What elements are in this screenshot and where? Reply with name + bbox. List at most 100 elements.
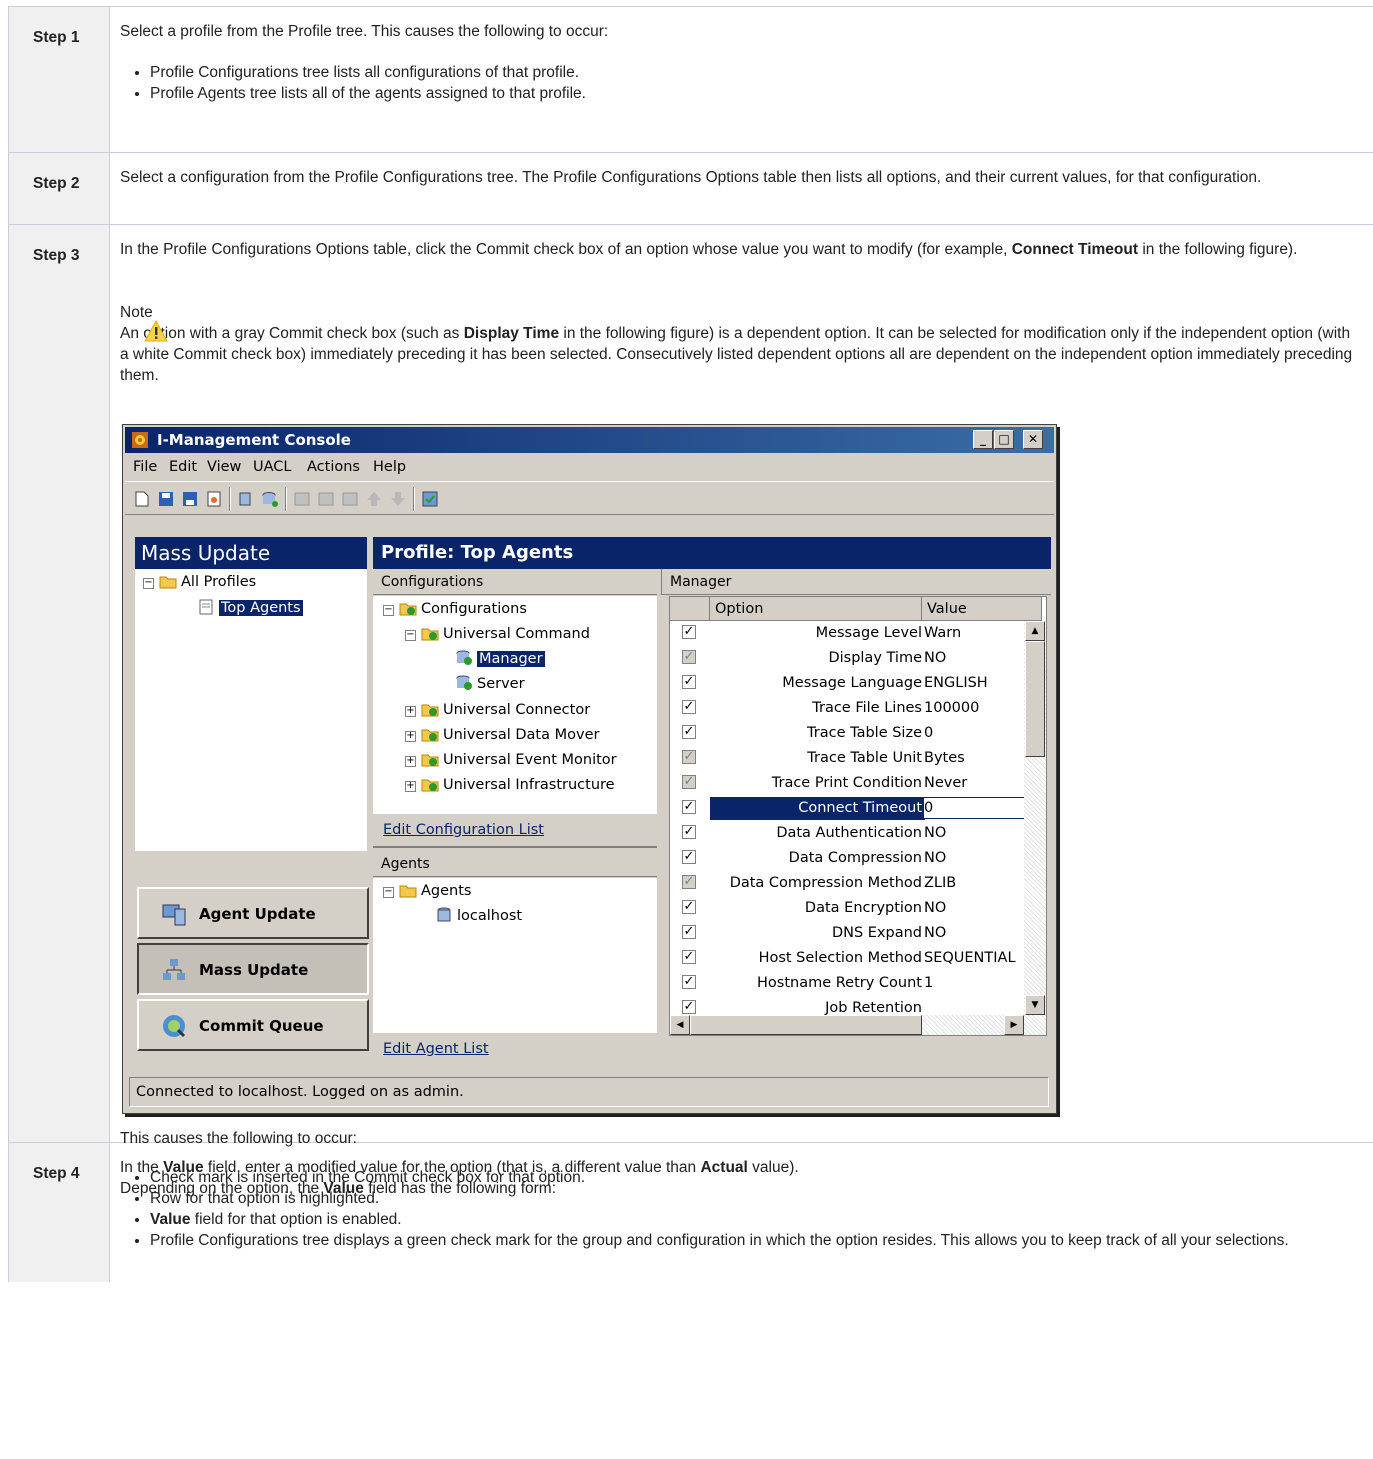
tree-node-server[interactable]: Server [455,675,525,692]
scroll-up-button[interactable]: ▲ [1025,621,1045,641]
expand-toggle[interactable]: + [405,781,416,792]
tree-node-manager[interactable]: Manager [455,650,545,667]
server-icon [437,907,451,922]
table-row[interactable]: ✓ Trace Table Unit Bytes [670,746,1040,771]
commit-icon[interactable] [421,490,439,508]
commit-checkbox[interactable]: ✓ [682,975,696,989]
commit-checkbox[interactable]: ✓ [682,700,696,714]
step-label: Step 1 [8,7,110,152]
table-row[interactable]: ✓ Display Time NO [670,646,1040,671]
tree-node-universal-command[interactable]: Universal Command [421,625,590,642]
tree-node-universal-infrastructure[interactable]: Universal Infrastructure [421,776,615,793]
scroll-thumb[interactable] [1025,641,1045,757]
expand-toggle[interactable]: + [405,731,416,742]
note-block: Note An option with a gray Commit check … [120,302,1361,386]
collapse-toggle[interactable]: − [405,630,416,641]
table-row[interactable]: ✓ Trace Print Condition Never [670,771,1040,796]
minimize-button[interactable]: _ [973,430,993,449]
list-item: Profile Agents tree lists all of the age… [150,83,1361,104]
table-row[interactable]: ✓ Message Level Warn [670,621,1040,646]
new-icon[interactable] [133,490,151,508]
commit-checkbox[interactable]: ✓ [682,950,696,964]
vertical-scrollbar[interactable]: ▲ ▼ [1024,621,1046,1015]
menu-uacl[interactable]: UACL [253,459,291,475]
folder-check-icon [399,603,417,616]
option-value: NO [924,900,947,916]
commit-checkbox-dependent[interactable]: ✓ [682,875,696,889]
table-row[interactable]: ✓ Host Selection Method SEQUENTIAL [670,946,1040,971]
save-as-icon[interactable] [181,490,199,508]
table-row[interactable]: ✓ Data Compression NO [670,846,1040,871]
commit-queue-button[interactable]: Commit Queue [137,999,369,1051]
scroll-down-button[interactable]: ▼ [1025,995,1045,1015]
table-row[interactable]: ✓ Trace Table Size 0 [670,721,1040,746]
collapse-toggle[interactable]: − [383,605,394,616]
tree-node-localhost[interactable]: localhost [435,907,522,924]
tree-node-agents[interactable]: Agents [399,882,471,899]
tree-node-all-profiles[interactable]: All Profiles [159,573,256,590]
commit-checkbox[interactable]: ✓ [682,675,696,689]
commit-checkbox[interactable]: ✓ [682,825,696,839]
commit-checkbox[interactable]: ✓ [682,625,696,639]
tree-node-universal-event-monitor[interactable]: Universal Event Monitor [421,751,617,768]
table-row[interactable]: ✓ Data Compression Method ZLIB [670,871,1040,896]
table-row[interactable]: ✓ Connect Timeout 0 [670,796,1041,821]
tree-node-configurations[interactable]: Configurations [399,600,527,617]
save-icon[interactable] [157,490,175,508]
menu-edit[interactable]: Edit [169,459,197,475]
commit-checkbox[interactable]: ✓ [682,850,696,864]
menu-help[interactable]: Help [373,459,406,475]
edit-configuration-list-link[interactable]: Edit Configuration List [383,822,544,838]
table-row[interactable]: ✓ Data Authentication NO [670,821,1040,846]
add-database-icon[interactable] [261,490,279,508]
horizontal-scrollbar[interactable]: ◀ ▶ [670,1015,1046,1035]
copy-icon[interactable] [237,490,255,508]
menu-file[interactable]: File [133,459,157,475]
scroll-left-button[interactable]: ◀ [670,1015,690,1035]
option-name: Data Compression [788,850,922,866]
collapse-toggle[interactable]: − [143,578,154,589]
option-value[interactable]: 0 [924,800,933,816]
commit-checkbox[interactable]: ✓ [682,1000,696,1014]
folder-check-icon [421,779,439,792]
maximize-button[interactable]: □ [994,430,1014,449]
table-row[interactable]: ✓ Data Encryption NO [670,896,1040,921]
expand-toggle[interactable]: + [405,706,416,717]
option-value: NO [924,850,947,866]
step-label: Step 4 [8,1143,110,1282]
mass-update-button[interactable]: Mass Update [137,943,369,995]
close-button[interactable]: ✕ [1023,430,1043,449]
agent-update-button[interactable]: Agent Update [137,887,369,939]
commit-checkbox-dependent[interactable]: ✓ [682,750,696,764]
horizontal-scroll-thumb[interactable] [690,1015,922,1035]
grid-column-option[interactable]: Option [710,597,922,621]
app-icon [132,432,148,448]
commit-checkbox[interactable]: ✓ [682,725,696,739]
commit-checkbox[interactable]: ✓ [682,900,696,914]
option-value: Never [924,775,968,791]
menu-view[interactable]: View [207,459,241,475]
commit-queue-icon [163,1015,186,1038]
table-row[interactable]: ✓ Trace File Lines 100000 [670,696,1040,721]
tree-node-universal-data-mover[interactable]: Universal Data Mover [421,726,599,743]
grid-column-commit [670,597,710,621]
commit-checkbox-dependent[interactable]: ✓ [682,775,696,789]
commit-checkbox[interactable]: ✓ [682,925,696,939]
expand-toggle[interactable]: + [405,756,416,767]
menu-actions[interactable]: Actions [307,459,360,475]
tree-node-top-agents[interactable]: Top Agents [197,599,303,616]
options-grid: Option Value ✓ Message Level Warn ✓ Display … [669,596,1047,1036]
edit-agent-list-link[interactable]: Edit Agent List [383,1041,489,1057]
step-body: In the Profile Configurations Options ta… [110,225,1373,1249]
commit-checkbox-dependent[interactable]: ✓ [682,650,696,664]
left-panel-header: Mass Update [135,537,367,569]
table-row[interactable]: ✓ DNS Expand NO [670,921,1040,946]
grid-column-value[interactable]: Value [922,597,1042,621]
tree-node-universal-connector[interactable]: Universal Connector [421,701,590,718]
table-row[interactable]: ✓ Message Language ENGLISH [670,671,1040,696]
table-row[interactable]: ✓ Hostname Retry Count 1 [670,971,1040,996]
scroll-right-button[interactable]: ▶ [1004,1015,1024,1035]
collapse-toggle[interactable]: − [383,887,394,898]
commit-checkbox[interactable]: ✓ [682,800,696,814]
refresh-icon[interactable] [205,490,223,508]
